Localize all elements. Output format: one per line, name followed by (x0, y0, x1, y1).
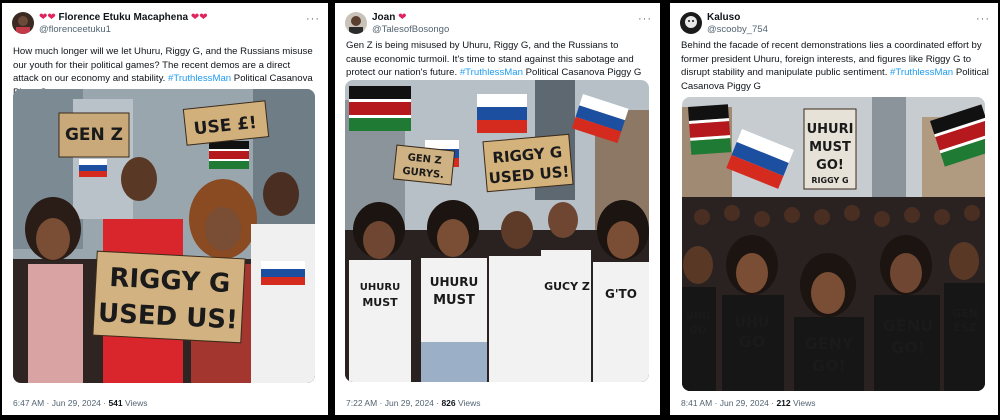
user-handle[interactable]: @TalesofBosongo (372, 24, 630, 36)
svg-text:UHURU: UHURU (430, 275, 479, 289)
tweet-card[interactable]: Joan ❤ @TalesofBosongo ··· Gen Z is bein… (335, 3, 660, 415)
user-handle[interactable]: @florenceetuku1 (39, 24, 298, 36)
hashtag-link[interactable]: #TruthlessMan (890, 67, 953, 78)
hashtag-link[interactable]: #TruthlessMan (168, 73, 231, 84)
more-icon[interactable]: ··· (976, 13, 990, 25)
svg-text:GO!: GO! (816, 158, 844, 173)
display-name[interactable]: Kaluso (707, 12, 968, 24)
protest-sign: RIGGY G USED US! (92, 250, 246, 344)
timestamp[interactable]: 7:22 AM · Jun 29, 2024 · (346, 398, 441, 408)
protest-sign: GEN Z GURYS. (392, 144, 456, 186)
svg-text:G'TO: G'TO (605, 287, 637, 301)
avatar[interactable] (680, 12, 702, 34)
svg-text:GO!: GO! (812, 356, 846, 375)
protest-sign: UHURI MUST GO! RIGGY G (803, 108, 857, 190)
svg-text:UHURI: UHURI (807, 122, 854, 137)
display-name[interactable]: Joan ❤ (372, 12, 630, 24)
protest-sign: GEN Z (58, 112, 130, 158)
tweet-header: ❤❤ Florence Etuku Macaphena ❤❤ @florence… (12, 11, 298, 41)
tweet-meta: 6:47 AM · Jun 29, 2024 · 541 Views (13, 398, 148, 408)
tweet-card[interactable]: Kaluso @scooby_754 ··· Behind the facade… (670, 3, 998, 415)
svg-text:UHU: UHU (686, 311, 711, 322)
more-icon[interactable]: ··· (306, 13, 320, 25)
view-count: 212 (776, 398, 791, 408)
view-count: 541 (108, 398, 123, 408)
tweet-image[interactable]: GEN Z GURYS. RIGGY G USED US! UHURU MUST… (345, 80, 649, 382)
tweet-header: Kaluso @scooby_754 (680, 11, 968, 41)
avatar[interactable] (12, 12, 34, 34)
tweet-text: Behind the facade of recent demonstratio… (681, 40, 989, 92)
svg-text:GO: GO (690, 325, 707, 336)
hashtag-link[interactable]: #TruthlessMan (460, 67, 523, 78)
timestamp[interactable]: 6:47 AM · Jun 29, 2024 · (13, 398, 108, 408)
heart-icon: ❤ (398, 12, 407, 23)
svg-text:UHURU: UHURU (360, 282, 400, 293)
svg-text:GO: GO (739, 332, 766, 351)
svg-text:GENY: GENY (804, 334, 853, 353)
display-name[interactable]: ❤❤ Florence Etuku Macaphena ❤❤ (39, 12, 298, 24)
svg-text:ESZ: ESZ (953, 321, 976, 334)
heart-icon: ❤❤ (190, 12, 208, 23)
svg-text:RIGGY G: RIGGY G (109, 263, 231, 299)
svg-text:GENU: GENU (883, 316, 933, 335)
tweet-meta: 8:41 AM · Jun 29, 2024 · 212 Views (681, 398, 816, 408)
svg-text:GEN Z: GEN Z (65, 125, 123, 145)
svg-text:UHU: UHU (735, 315, 769, 331)
heart-icon: ❤❤ (39, 12, 56, 23)
tweet-header: Joan ❤ @TalesofBosongo (345, 11, 630, 41)
protest-sign: RIGGY G USED US! (482, 133, 574, 193)
svg-text:MUST: MUST (809, 140, 851, 155)
tweet-meta: 7:22 AM · Jun 29, 2024 · 826 Views (346, 398, 481, 408)
svg-text:RIGGY G: RIGGY G (811, 176, 848, 185)
avatar[interactable] (345, 12, 367, 34)
timestamp[interactable]: 8:41 AM · Jun 29, 2024 · (681, 398, 776, 408)
tweet-card[interactable]: ❤❤ Florence Etuku Macaphena ❤❤ @florence… (2, 3, 328, 415)
user-handle[interactable]: @scooby_754 (707, 24, 968, 36)
more-icon[interactable]: ··· (638, 13, 652, 25)
svg-text:GEN: GEN (952, 307, 978, 320)
tweet-text: Gen Z is being misused by Uhuru, Riggy G… (346, 40, 642, 78)
svg-text:MUST: MUST (433, 293, 475, 308)
tweet-image[interactable]: GEN Z USE £! RIGGY G USED US! (13, 89, 315, 383)
svg-text:MUST: MUST (362, 296, 398, 309)
svg-text:GUCY Z: GUCY Z (544, 280, 590, 293)
view-count: 826 (441, 398, 456, 408)
svg-text:GO!: GO! (891, 338, 925, 357)
tweet-image[interactable]: UHURI MUST GO! RIGGY G UHU GO UHU GO GEN… (682, 97, 985, 391)
